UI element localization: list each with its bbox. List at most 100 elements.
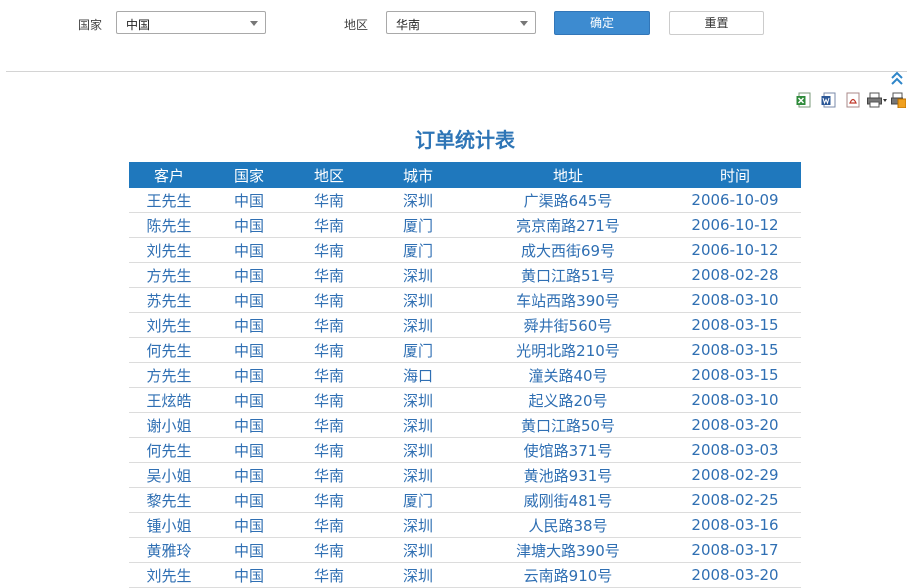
confirm-button[interactable]: 确定 [554, 11, 650, 35]
region-cell: 华南 [289, 437, 369, 463]
chevron-down-icon [520, 21, 528, 26]
city-cell: 深圳 [369, 437, 467, 463]
date-cell: 2006-10-12 [669, 212, 801, 238]
region-cell: 华南 [289, 362, 369, 388]
address-cell: 人民路38号 [467, 512, 669, 538]
date-cell: 2008-02-28 [669, 262, 801, 288]
country-select[interactable]: 中国 [116, 11, 266, 34]
region-cell: 华南 [289, 337, 369, 363]
chevron-down-icon [250, 21, 258, 26]
region-cell: 华南 [289, 188, 369, 213]
table-row: 陈先生 中国 华南 厦门 亮京南路271号 2006-10-12 [129, 212, 801, 238]
table-row: 黎先生 中国 华南 厦门 威刚街481号 2008-02-25 [129, 487, 801, 513]
country-cell: 中国 [209, 287, 289, 313]
table-row: 方先生 中国 华南 海口 潼关路40号 2008-03-15 [129, 362, 801, 388]
date-cell: 2008-03-16 [669, 512, 801, 538]
address-cell: 起义路20号 [467, 387, 669, 413]
table-header-row: 客户 国家 地区 城市 地址 时间 [129, 162, 801, 188]
date-cell: 2008-03-15 [669, 312, 801, 338]
table-row: 谢小姐 中国 华南 深圳 黄口江路50号 2008-03-20 [129, 412, 801, 438]
reset-button[interactable]: 重置 [669, 11, 764, 35]
region-cell: 华南 [289, 237, 369, 263]
customer-cell: 方先生 [129, 262, 209, 288]
country-cell: 中国 [209, 437, 289, 463]
word-export-icon[interactable] [821, 92, 836, 108]
address-cell: 广渠路645号 [467, 188, 669, 213]
date-cell: 2008-03-10 [669, 287, 801, 313]
address-cell: 威刚街481号 [467, 487, 669, 513]
address-cell: 潼关路40号 [467, 362, 669, 388]
divider [6, 71, 907, 72]
filter-bar: 国家 中国 地区 华南 确定 重置 [0, 0, 907, 70]
table-row: 王先生 中国 华南 深圳 广渠路645号 2006-10-09 [129, 188, 801, 213]
column-header-customer: 客户 [129, 162, 209, 188]
city-cell: 深圳 [369, 312, 467, 338]
customer-cell: 锺小姐 [129, 512, 209, 538]
region-cell: 华南 [289, 312, 369, 338]
city-cell: 深圳 [369, 537, 467, 563]
table-row: 刘先生 中国 华南 深圳 舜井街560号 2008-03-15 [129, 312, 801, 338]
city-cell: 深圳 [369, 562, 467, 588]
customer-cell: 黎先生 [129, 487, 209, 513]
table-row: 何先生 中国 华南 厦门 光明北路210号 2008-03-15 [129, 337, 801, 363]
address-cell: 津塘大路390号 [467, 537, 669, 563]
table-row: 苏先生 中国 华南 深圳 车站西路390号 2008-03-10 [129, 287, 801, 313]
customer-cell: 方先生 [129, 362, 209, 388]
country-cell: 中国 [209, 212, 289, 238]
country-cell: 中国 [209, 462, 289, 488]
city-cell: 深圳 [369, 512, 467, 538]
table-row: 方先生 中国 华南 深圳 黄口江路51号 2008-02-28 [129, 262, 801, 288]
country-cell: 中国 [209, 262, 289, 288]
country-cell: 中国 [209, 387, 289, 413]
customer-cell: 黄雅玲 [129, 537, 209, 563]
table-row: 王炫皓 中国 华南 深圳 起义路20号 2008-03-10 [129, 387, 801, 413]
address-cell: 车站西路390号 [467, 287, 669, 313]
region-cell: 华南 [289, 387, 369, 413]
customer-cell: 刘先生 [129, 312, 209, 338]
region-select[interactable]: 华南 [386, 11, 536, 34]
country-cell: 中国 [209, 537, 289, 563]
customer-cell: 刘先生 [129, 237, 209, 263]
date-cell: 2008-03-10 [669, 387, 801, 413]
country-cell: 中国 [209, 487, 289, 513]
city-cell: 深圳 [369, 387, 467, 413]
date-cell: 2008-03-20 [669, 562, 801, 588]
country-cell: 中国 [209, 237, 289, 263]
pdf-export-icon[interactable] [845, 92, 860, 108]
address-cell: 使馆路371号 [467, 437, 669, 463]
region-cell: 华南 [289, 212, 369, 238]
region-cell: 华南 [289, 562, 369, 588]
address-cell: 光明北路210号 [467, 337, 669, 363]
table-row: 刘先生 中国 华南 深圳 云南路910号 2008-03-20 [129, 562, 801, 588]
table-row: 锺小姐 中国 华南 深圳 人民路38号 2008-03-16 [129, 512, 801, 538]
customer-cell: 何先生 [129, 437, 209, 463]
country-cell: 中国 [209, 337, 289, 363]
date-cell: 2008-03-03 [669, 437, 801, 463]
customer-cell: 王先生 [129, 188, 209, 213]
city-cell: 深圳 [369, 462, 467, 488]
date-cell: 2008-03-20 [669, 412, 801, 438]
customer-cell: 何先生 [129, 337, 209, 363]
region-cell: 华南 [289, 262, 369, 288]
excel-export-icon[interactable] [796, 92, 811, 108]
address-cell: 成大西街69号 [467, 237, 669, 263]
customer-cell: 谢小姐 [129, 412, 209, 438]
city-cell: 深圳 [369, 412, 467, 438]
country-cell: 中国 [209, 412, 289, 438]
region-cell: 华南 [289, 462, 369, 488]
country-cell: 中国 [209, 188, 289, 213]
city-cell: 深圳 [369, 188, 467, 213]
print-settings-icon[interactable] [891, 92, 906, 108]
address-cell: 黄口江路50号 [467, 412, 669, 438]
region-cell: 华南 [289, 487, 369, 513]
column-header-city: 城市 [369, 162, 467, 188]
date-cell: 2008-03-17 [669, 537, 801, 563]
customer-cell: 陈先生 [129, 212, 209, 238]
print-icon[interactable] [867, 92, 887, 108]
collapse-up-icon[interactable] [890, 70, 904, 86]
country-cell: 中国 [209, 562, 289, 588]
date-cell: 2006-10-09 [669, 188, 801, 213]
city-cell: 厦门 [369, 487, 467, 513]
region-cell: 华南 [289, 537, 369, 563]
customer-cell: 吴小姐 [129, 462, 209, 488]
